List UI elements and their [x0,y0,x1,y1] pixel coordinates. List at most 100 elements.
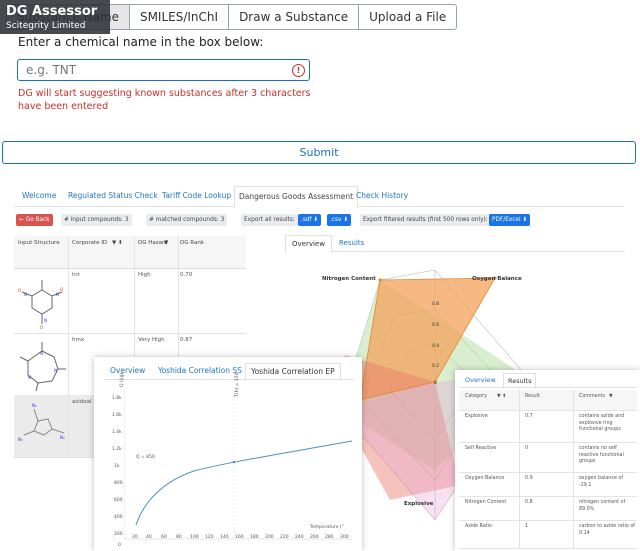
category: Explosive [465,414,488,419]
radar-tick: 0.4 [432,344,440,349]
validation-hint: DG will start suggesting known substance… [18,88,311,112]
x-tick: 120 [205,535,214,540]
matched-compounds-label: # matched compounds: [149,217,219,223]
right-tab-line [285,251,625,252]
dg-rank: 0.87 [180,337,193,343]
x-tick: 280 [325,535,334,540]
col-filter-icon-2[interactable]: ▼ [164,240,168,246]
tab-regulated-status[interactable]: Regulated Status Check [68,186,158,206]
go-back-button[interactable]: ← Go Back [16,214,53,226]
export-csv-button[interactable]: .csv ⬇ [327,214,352,226]
structure-image: N₃ N₃ N₃ [18,403,65,442]
export-pdf-excel-button[interactable]: PDF/Excel ⬇ [489,214,531,226]
table-row[interactable]: Self Reactive 0 contains no self reactiv… [459,442,637,473]
x-tick: 20 [132,535,138,540]
radar-label-nitrogen: Nitrogen Content [322,276,376,282]
export-filtered-label: Export filtered results (first 500 rows … [360,214,491,226]
svg-text:N: N [44,318,47,323]
structure-image: O O O N N N [18,280,63,330]
export-sdf-button[interactable]: .sdf ⬇ [298,214,322,226]
tab-draw-substance[interactable]: Draw a Substance [229,4,360,30]
x-tick: 80 [176,535,182,540]
comment: contains no self reactive functional gro… [579,446,624,464]
col-result[interactable]: Result [525,394,540,401]
substance-name-input[interactable] [17,59,310,81]
col-divider [519,390,520,548]
y-tick: 0 [118,543,121,548]
comment: contains azide and explosive ring functi… [579,414,625,432]
result: 1 [525,524,529,529]
tab-yoshida-ss[interactable]: Yoshida Correlation SS [158,363,242,379]
table-row[interactable]: Oxygen Balance 0.9 oxygen balance of -29… [459,472,637,497]
x-tick: 260 [310,535,319,540]
table-row[interactable]: Explosive 0.7 contains azide and explosi… [459,410,637,443]
svg-text:N₃: N₃ [32,403,37,408]
y-tick: 1.8k [112,396,122,401]
radar-label-explosive: Explosive [404,501,434,507]
x-axis-label: Temperature (° [310,525,344,530]
svg-text:N: N [24,292,27,297]
tab-welcome[interactable]: Welcome [22,186,56,206]
tab-smiles-inchi[interactable]: SMILES/InChI [129,4,230,30]
col-corporate-id[interactable]: Corporate ID [72,240,107,246]
export-all-label: Export all results: [241,214,298,226]
app-title: DG Assessor [6,4,98,19]
col-filter-icon[interactable]: ▼ ⬍ [112,240,123,246]
result: 0.8 [525,500,533,505]
tab-overview[interactable]: Overview [465,373,496,387]
table-row[interactable]: O O O N N N tnt High 0.70 [14,268,246,334]
radar-tick: 0.8 [432,302,440,307]
filter-icon[interactable]: ▼ [609,394,613,401]
result: 0.7 [525,414,533,419]
radar-label-oxygen: Oxygen Balance [472,276,522,282]
dg-hazard: High [138,272,151,278]
y-tick: 200 [114,532,123,537]
results-table-header: Input Structure Corporate ID ▼ ⬍ DG Haza… [14,236,246,269]
x-tick: 240 [295,535,304,540]
filter-icon[interactable]: ▼ ⬍ [497,394,506,401]
input-compounds-value: 3 [124,217,129,223]
tab-check-history[interactable]: Check History [356,186,408,206]
y-tick: 800 [114,481,123,486]
radar-tick: 0.2 [432,364,440,369]
svg-text:N₃: N₃ [60,435,65,440]
dg-rank: 0.70 [180,272,193,278]
comment: nitrogen content of 89.0% [579,500,626,512]
y-tick: 400 [114,515,123,520]
marker-label: T(K) = 150 [235,372,240,397]
radar-tick: 0.6 [432,323,440,328]
svg-text:N: N [56,292,59,297]
x-tick: 220 [280,535,289,540]
category: Nitrogen Content [465,500,507,505]
tab-upload-file[interactable]: Upload a File [359,4,458,30]
app-subtitle: Scitegrity Limited [6,21,86,31]
col-category[interactable]: Category [465,394,487,401]
tab-overview[interactable]: Overview [285,235,332,253]
tab-overview[interactable]: Overview [110,363,145,379]
y-tick: 600 [114,498,123,503]
tab-tariff-code[interactable]: Tariff Code Lookup [162,186,231,206]
svg-text:N: N [28,375,31,380]
search-prompt: Enter a chemical name in the box below: [18,35,264,49]
table-row[interactable]: Azide Ratio 1 carbon to azide ratio of 0… [459,520,637,549]
table-row[interactable]: Nitrogen Content 0.8 nitrogen content of… [459,496,637,521]
y-axis-label: Q (J/g) [120,372,125,387]
col-dg-rank[interactable]: DG Rank [180,240,204,246]
svg-text:N₃: N₃ [18,437,23,442]
result: 0.9 [525,476,533,481]
app-badge: DG Assessor Scitegrity Limited [0,0,110,34]
corporate-id: hmx [72,337,85,343]
svg-text:N: N [40,351,43,356]
comment: oxygen balance of -29.1 [579,476,624,488]
q-label: Q = 850 [136,455,155,460]
submit-button[interactable]: Submit [2,141,636,164]
yoshida-plot [124,391,353,540]
category: Azide Ratio [465,524,492,529]
category: Oxygen Balance [465,476,505,481]
tab-dg-assessment[interactable]: Dangerous Goods Assessment [234,186,359,208]
matched-compounds-count: # matched compounds: 3 [146,214,228,226]
tab-results[interactable]: Results [339,235,364,251]
col-comments[interactable]: Comments [579,394,605,401]
y-tick: 1.6k [112,413,122,418]
col-divider [68,236,69,457]
